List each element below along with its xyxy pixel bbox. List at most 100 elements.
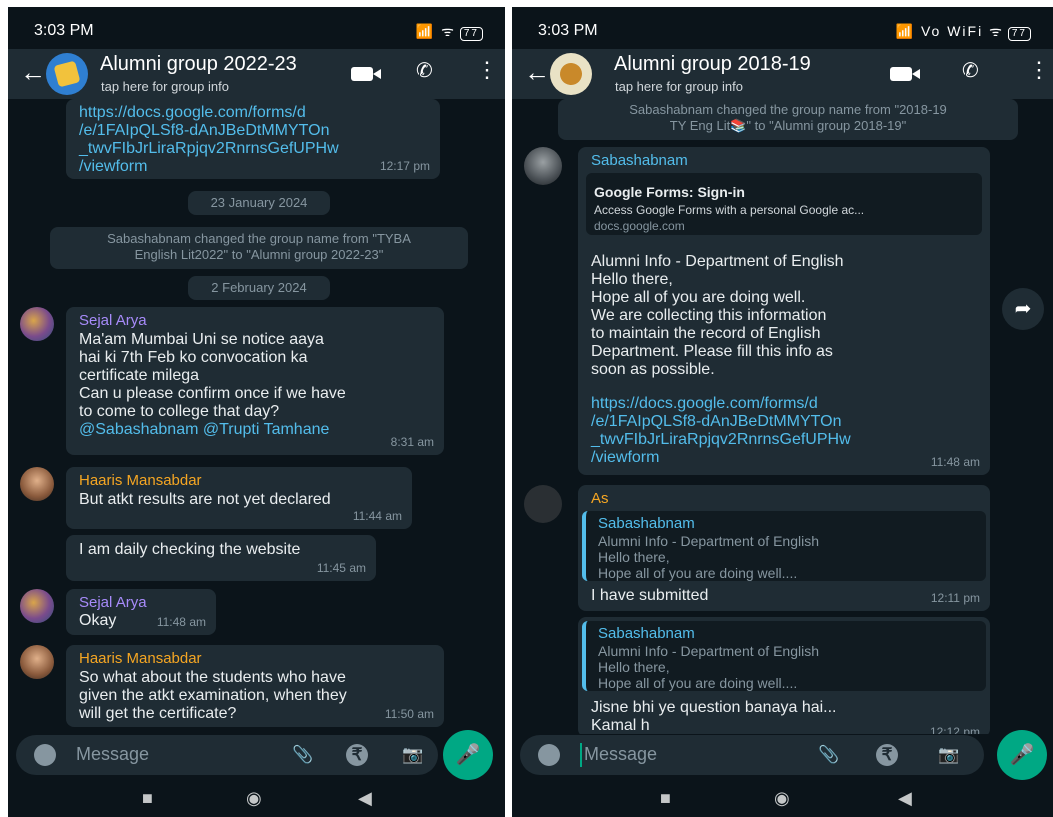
message-bubble[interactable]: Sejal Arya Okay 11:48 am [66, 589, 216, 635]
back-arrow-icon[interactable]: ← [524, 59, 550, 85]
forward-icon[interactable]: ➦ [1002, 288, 1044, 330]
message-bubble[interactable]: Sabashabnam Google Forms: Sign-in Access… [578, 147, 990, 475]
nav-square-icon[interactable]: ■ [660, 788, 671, 808]
right-chat-screen: 3:03 PM 📶 Vo WiFi ᯤ 77 ← Alumni group 201… [512, 7, 1053, 817]
nav-circle-icon[interactable]: ◉ [246, 788, 262, 808]
more-options-icon[interactable]: ⋮ [476, 59, 498, 81]
link-line[interactable]: https://docs.google.com/forms/d [591, 395, 851, 413]
message-line: Alumni Info - Department of English [591, 253, 844, 270]
message-bubble[interactable]: Haaris Mansabdar But atkt results are no… [66, 467, 412, 529]
link-line[interactable]: /e/1FAIpQLSf8-dAnJBeDtMMYTOn [79, 122, 339, 140]
quote-line: Hello there, [598, 659, 670, 675]
video-call-icon[interactable] [890, 67, 920, 81]
signal-wifi-icon: 📶 ᯤ [415, 23, 456, 39]
status-time: 3:03 PM [34, 22, 94, 39]
message-input-bar[interactable]: Message 📎 ₹ 📷 [16, 735, 438, 775]
message-line: Hope all of you are doing well. [591, 289, 806, 306]
rupee-icon[interactable]: ₹ [346, 744, 368, 766]
message-bubble[interactable]: Sabashabnam Alumni Info - Department of … [578, 617, 990, 734]
message-time: 12:11 pm [930, 591, 980, 605]
link-preview[interactable]: Google Forms: Sign-in Access Google Form… [586, 173, 982, 235]
mic-icon[interactable]: 🎤 [997, 730, 1047, 780]
phone-call-icon[interactable]: ✆ [416, 61, 433, 81]
message-line: Hello there, [591, 271, 673, 288]
emoji-icon[interactable] [34, 744, 56, 766]
nav-square-icon[interactable]: ■ [142, 788, 153, 808]
phone-call-icon[interactable]: ✆ [962, 61, 979, 81]
message-time: 11:48 am [156, 615, 206, 629]
sender-name[interactable]: Haaris Mansabdar [79, 472, 202, 490]
sender-name[interactable]: Haaris Mansabdar [79, 650, 202, 668]
android-nav-bar: ■ ◉ ◀ [512, 780, 1053, 817]
mentions[interactable]: @Sabashabnam @Trupti Tamhane [79, 421, 346, 439]
system-message-line: English Lit2022" to "Alumni group 2022-2… [134, 247, 384, 262]
back-arrow-icon[interactable]: ← [20, 59, 46, 85]
status-icons: 📶 Vo WiFi ᯤ 77 [896, 22, 1031, 41]
group-info-subtitle[interactable]: tap here for group info [101, 79, 229, 94]
message-time: 11:45 am [316, 561, 366, 575]
system-message: Sabashabnam changed the group name from … [50, 227, 468, 269]
link-line[interactable]: https://docs.google.com/forms/d [79, 104, 339, 122]
message-bubble[interactable]: I am daily checking the website 11:45 am [66, 535, 376, 581]
message-line: Jisne bhi ye question banaya hai... [591, 699, 837, 716]
group-info-subtitle[interactable]: tap here for group info [615, 79, 743, 94]
link-line[interactable]: /viewform [79, 158, 339, 176]
nav-circle-icon[interactable]: ◉ [774, 788, 790, 808]
link-line[interactable]: /viewform [591, 449, 851, 467]
video-call-icon[interactable] [351, 67, 381, 81]
avatar[interactable] [20, 467, 54, 501]
avatar[interactable] [20, 589, 54, 623]
preview-domain: docs.google.com [594, 219, 685, 233]
nav-back-icon[interactable]: ◀ [358, 788, 372, 808]
quoted-message[interactable]: Sabashabnam Alumni Info - Department of … [582, 511, 986, 581]
group-avatar[interactable] [550, 53, 592, 95]
link-line[interactable]: /e/1FAIpQLSf8-dAnJBeDtMMYTOn [591, 413, 851, 431]
message-input-bar[interactable]: Message 📎 ₹ 📷 [520, 735, 984, 775]
system-message-line: TY Eng Lit📚" to "Alumni group 2018-19" [669, 118, 907, 133]
nav-back-icon[interactable]: ◀ [898, 788, 912, 808]
link-line[interactable]: _twvFIbJrLiraRpjqv2RnrnsGefUPHw [591, 431, 851, 449]
attach-icon[interactable]: 📎 [292, 744, 314, 766]
system-message-line: Sabashabnam changed the group name from … [107, 231, 411, 246]
sender-name[interactable]: As [591, 490, 609, 508]
avatar[interactable] [524, 147, 562, 185]
message-bubble[interactable]: As Sabashabnam Alumni Info - Department … [578, 485, 990, 611]
message-link-bubble[interactable]: https://docs.google.com/forms/d /e/1FAIp… [66, 99, 440, 179]
message-time: 11:44 am [352, 509, 402, 523]
message-line: given the atkt examination, when they [79, 687, 347, 704]
preview-title[interactable]: Google Forms: Sign-in [594, 183, 745, 201]
chat-header[interactable]: ← Alumni group 2022-23 tap here for grou… [8, 49, 505, 99]
status-icons: 📶 ᯤ 77 [416, 22, 483, 41]
quoted-message[interactable]: Sabashabnam Alumni Info - Department of … [582, 621, 986, 691]
message-list[interactable]: https://docs.google.com/forms/d /e/1FAIp… [8, 99, 505, 734]
message-bubble[interactable]: Sejal Arya Ma'am Mumbai Uni se notice aa… [66, 307, 444, 455]
more-options-icon[interactable]: ⋮ [1028, 59, 1050, 81]
camera-icon[interactable]: 📷 [938, 744, 960, 766]
message-list[interactable]: Sabashabnam changed the group name from … [512, 99, 1053, 734]
rupee-icon[interactable]: ₹ [876, 744, 898, 766]
camera-icon[interactable]: 📷 [402, 744, 424, 766]
mic-icon[interactable]: 🎤 [443, 730, 493, 780]
message-bubble[interactable]: Haaris Mansabdar So what about the stude… [66, 645, 444, 727]
quote-line: Hello there, [598, 549, 670, 565]
message-line: Ma'am Mumbai Uni se notice aaya [79, 331, 324, 348]
message-input[interactable]: Message [584, 744, 657, 765]
sender-name[interactable]: Sabashabnam [591, 152, 688, 170]
sender-name[interactable]: Sejal Arya [79, 312, 147, 330]
sender-name[interactable]: Sejal Arya [79, 594, 147, 612]
group-title[interactable]: Alumni group 2018-19 [614, 53, 811, 76]
attach-icon[interactable]: 📎 [818, 744, 840, 766]
quote-sender: Sabashabnam [598, 625, 695, 642]
group-avatar[interactable] [46, 53, 88, 95]
group-title[interactable]: Alumni group 2022-23 [100, 53, 297, 76]
chat-header[interactable]: ← Alumni group 2018-19 tap here for grou… [512, 49, 1053, 99]
link-line[interactable]: _twvFIbJrLiraRpjqv2RnrnsGefUPHw [79, 140, 339, 158]
avatar[interactable] [20, 645, 54, 679]
emoji-icon[interactable] [538, 744, 560, 766]
message-input[interactable]: Message [76, 744, 149, 765]
avatar[interactable] [524, 485, 562, 523]
date-chip: 23 January 2024 [188, 191, 330, 215]
message-text: I have submitted [591, 587, 709, 604]
avatar[interactable] [20, 307, 54, 341]
message-line: will get the certificate? [79, 705, 237, 722]
